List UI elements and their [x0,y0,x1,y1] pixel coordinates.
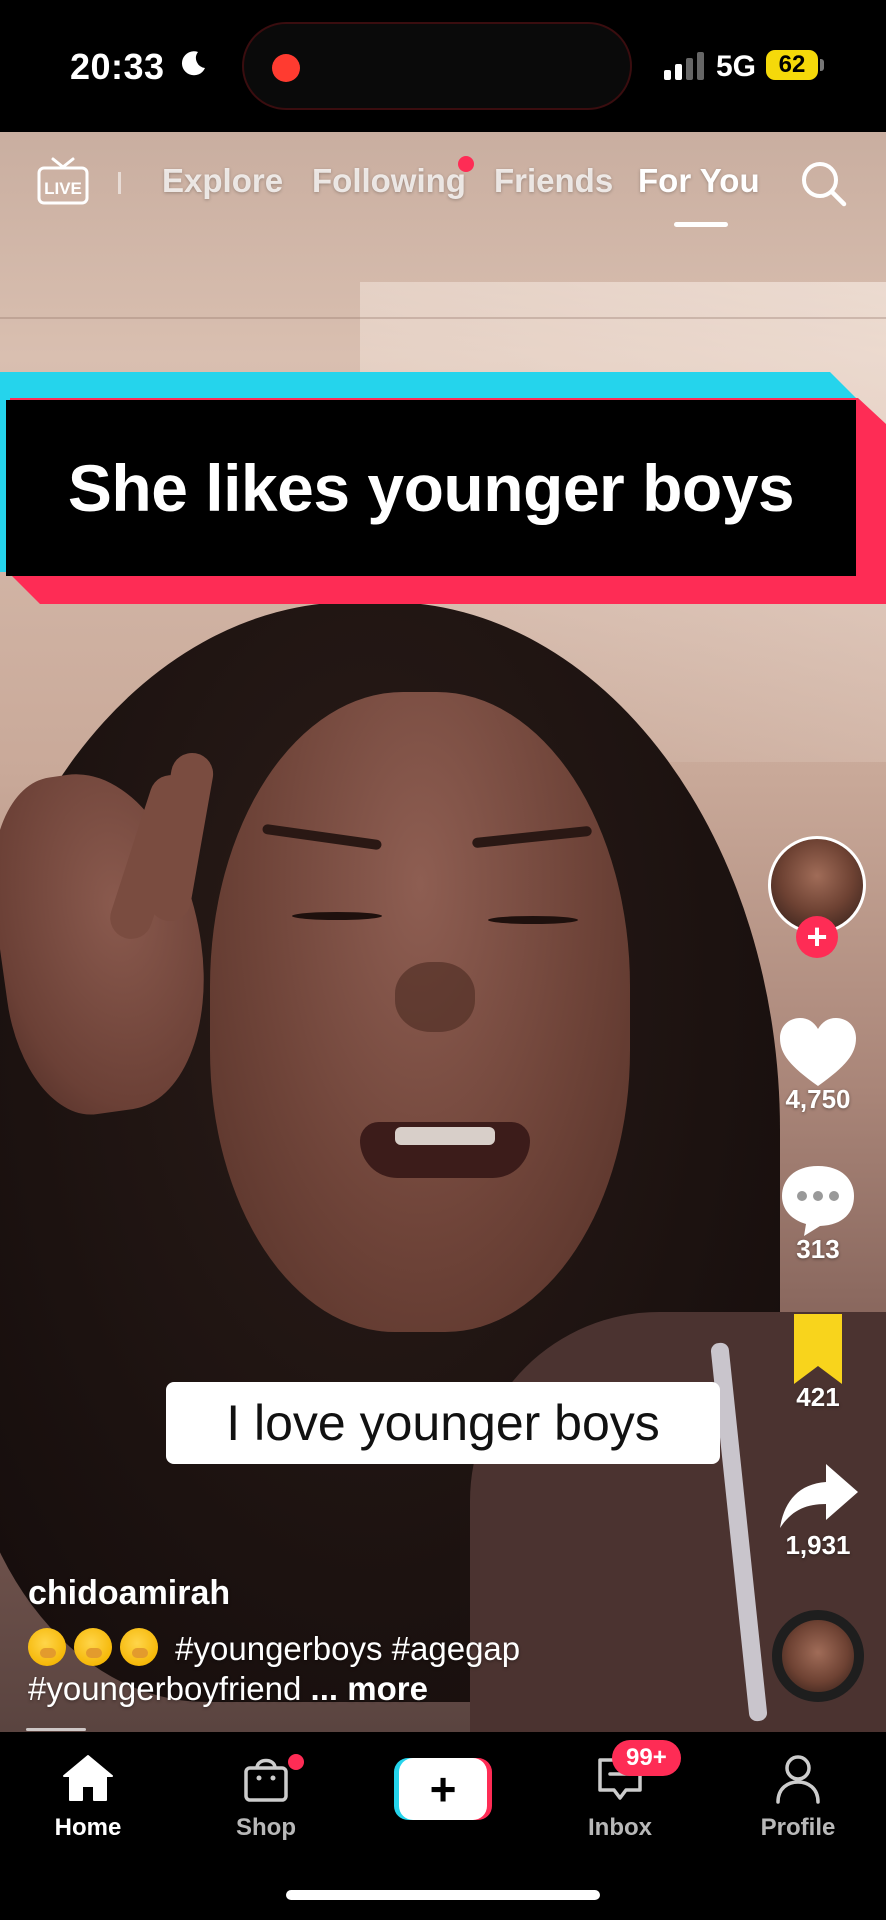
tab-friends[interactable]: Friends [494,162,613,200]
like-count: 4,750 [785,1084,851,1114]
hand-over-mouth-emoji [120,1628,158,1666]
hand-over-mouth-emoji [28,1628,66,1666]
comment-bubble-icon[interactable] [770,1160,866,1240]
music-disc-avatar[interactable] [772,1610,864,1702]
teeth [395,1127,495,1145]
status-bar: 20:33 5G 62 [0,0,886,132]
shop-bag-icon [244,1758,288,1802]
video-title-banner: She likes younger boys [67,451,795,525]
bookmark-count: 421 [796,1382,840,1412]
signal-icon [664,52,704,80]
video-progress-bar[interactable] [26,1728,86,1731]
share-arrow-icon[interactable] [770,1456,866,1536]
ceiling-line [0,317,886,319]
active-tab-underline [674,222,728,227]
create-button[interactable]: + [394,1758,492,1820]
eye-left [292,912,382,920]
recording-dot [272,54,300,82]
home-indicator[interactable] [286,1890,600,1900]
follow-plus-button[interactable]: + [796,916,838,958]
status-time: 20:33 [70,46,165,87]
battery-icon: 62 [766,50,818,80]
like-heart-icon[interactable] [770,1012,866,1092]
video-caption-subtitle: I love younger boys [166,1382,720,1464]
eye-right [488,916,578,924]
live-label: LIVE [44,179,82,198]
tab-following[interactable]: Following [312,162,466,200]
profile-icon [776,1755,820,1804]
comment-count: 313 [796,1234,840,1264]
network-type: 5G [716,50,757,83]
tab-explore[interactable]: Explore [162,162,283,200]
hand-over-mouth-emoji [74,1628,112,1666]
nav-divider [118,172,121,194]
top-nav: LIVE Explore Following Friends For You [0,132,886,242]
following-notification-dot [458,156,474,172]
live-icon[interactable]: LIVE [36,156,90,206]
moon-icon [181,51,205,76]
battery-tip [820,59,824,71]
bookmark-icon[interactable] [770,1308,866,1388]
nav-home[interactable]: Home [18,1750,158,1860]
share-count: 1,931 [785,1530,851,1560]
nav-home-label: Home [54,1814,122,1841]
post-username[interactable]: chidoamirah [28,1574,230,1613]
hashtags-line-2[interactable]: #youngerboyfriend [28,1670,301,1707]
nav-profile[interactable]: Profile [728,1750,868,1860]
search-icon[interactable] [798,158,848,208]
tab-for-you[interactable]: For You [638,162,760,200]
hashtags-line-1[interactable]: #youngerboys #agegap [175,1630,520,1667]
inbox-badge: 99+ [612,1740,681,1776]
nose [395,962,475,1032]
home-icon [63,1755,113,1801]
nav-shop[interactable]: Shop [196,1750,336,1860]
more-link[interactable]: ... more [311,1670,428,1707]
dynamic-island [242,22,632,110]
post-description[interactable]: #youngerboys #agegap #youngerboyfriend .… [28,1628,748,1709]
nav-profile-label: Profile [760,1814,836,1841]
shop-notification-dot [288,1754,304,1770]
create-plus-icon: + [399,1758,487,1820]
nav-inbox-label: Inbox [588,1814,652,1841]
nav-shop-label: Shop [236,1814,296,1841]
